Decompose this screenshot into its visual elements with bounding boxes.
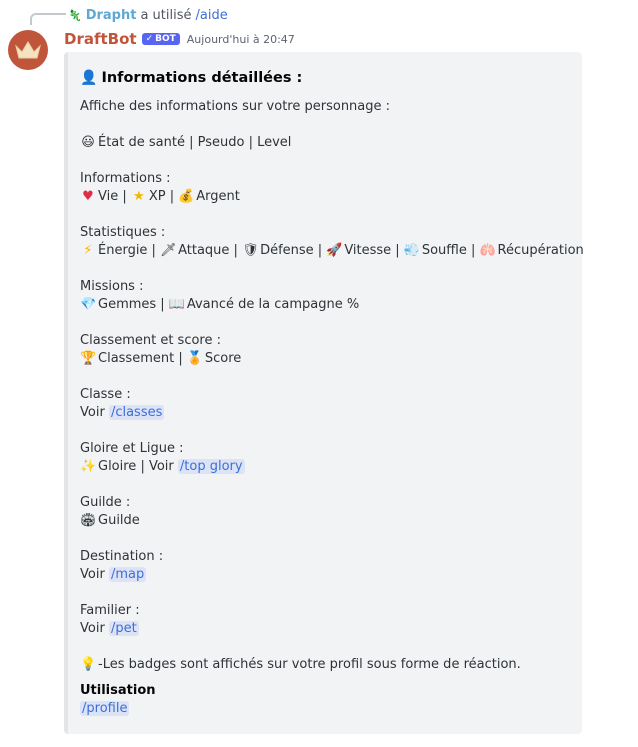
attaque-label: Attaque | bbox=[178, 243, 238, 258]
classe-header: Classe : bbox=[80, 387, 131, 402]
timestamp: Aujourd'hui à 20:47 bbox=[186, 32, 295, 46]
map-command-link[interactable]: /map bbox=[108, 567, 147, 582]
bot-badge-label: BOT bbox=[155, 34, 176, 44]
familier-header: Familier : bbox=[80, 603, 140, 618]
recuperation-label: Récupération bbox=[497, 243, 584, 258]
sparkles-icon: ✨ bbox=[80, 459, 97, 474]
score-label: Score bbox=[204, 351, 242, 366]
medal-icon: 🏅 bbox=[186, 351, 204, 366]
crown-icon bbox=[15, 41, 41, 59]
profile-command-link[interactable]: /profile bbox=[80, 701, 130, 716]
embed-title-text: Informations détaillées : bbox=[101, 70, 303, 86]
reply-connector bbox=[30, 13, 66, 25]
familier-voir: Voir bbox=[80, 621, 105, 636]
trophy-icon: 🏆 bbox=[80, 351, 97, 366]
informations-header: Informations : bbox=[80, 171, 171, 186]
smiley-icon: 😃 bbox=[81, 135, 95, 150]
stadium-icon: 🏟 bbox=[80, 513, 97, 528]
reply-command[interactable]: /aide bbox=[196, 8, 228, 23]
souffle-label: Souffle | bbox=[421, 243, 476, 258]
defense-label: Défense | bbox=[260, 243, 323, 258]
missions-line: 💎 Gemmes | 📖 Avancé de la campagne % bbox=[80, 296, 568, 314]
gemmes-label: Gemmes | bbox=[98, 297, 165, 312]
utilisation-line: /profile bbox=[80, 700, 568, 718]
shield-icon: 🛡 bbox=[242, 243, 259, 258]
guilde-line: 🏟Guilde bbox=[80, 512, 568, 530]
reply-text: a utilisé bbox=[140, 7, 192, 23]
energie-label: Énergie | bbox=[98, 243, 156, 258]
classes-command-link[interactable]: /classes bbox=[108, 405, 165, 420]
guilde-header: Guilde : bbox=[80, 495, 131, 510]
embed: 👤 Informations détaillées : Affiche des … bbox=[64, 52, 584, 734]
bulb-icon: 💡 bbox=[80, 657, 97, 672]
person-icon: 👤 bbox=[80, 70, 98, 86]
bot-username[interactable]: DraftBot bbox=[64, 30, 137, 48]
avance-label: Avancé de la campagne % bbox=[186, 297, 360, 312]
destination-line: Voir /map bbox=[80, 566, 568, 584]
badges-note: 💡 -Les badges sont affichés sur votre pro… bbox=[80, 656, 568, 674]
wind-icon: 💨 bbox=[403, 243, 421, 258]
pet-command-link[interactable]: /pet bbox=[108, 621, 139, 636]
gloire-header: Gloire et Ligue : bbox=[80, 441, 184, 456]
argent-label: Argent bbox=[196, 189, 240, 204]
classe-line: Voir /classes bbox=[80, 404, 568, 422]
familier-line: Voir /pet bbox=[80, 620, 568, 638]
statistiques-header: Statistiques : bbox=[80, 225, 166, 240]
intro-text: Affiche des informations sur votre perso… bbox=[80, 99, 391, 114]
money-bag-icon: 💰 bbox=[178, 189, 195, 204]
utilisation-header: Utilisation bbox=[80, 683, 156, 698]
reply-username[interactable]: Drapht bbox=[86, 8, 137, 23]
state-line: 😃 État de santé | Pseudo | Level bbox=[80, 134, 568, 152]
heart-icon: ♥ bbox=[82, 189, 94, 204]
classe-voir: Voir bbox=[80, 405, 105, 420]
gloire-text: Gloire | Voir bbox=[98, 459, 174, 474]
missions-header: Missions : bbox=[80, 279, 144, 294]
guilde-text: Guilde bbox=[98, 513, 140, 528]
destination-header: Destination : bbox=[80, 549, 164, 564]
book-icon: 📖 bbox=[168, 297, 186, 312]
rocket-icon: 🚀 bbox=[326, 243, 343, 258]
message-header: DraftBot ✓ BOT Aujourd'hui à 20:47 bbox=[64, 29, 295, 49]
reply-context[interactable]: 🦎 Drapht a utilisé /aide bbox=[68, 6, 228, 24]
vie-label: Vie | bbox=[98, 189, 127, 204]
badges-note-text: -Les badges sont affichés sur votre prof… bbox=[98, 657, 521, 672]
xp-label: XP | bbox=[148, 189, 175, 204]
star-icon: ★ bbox=[133, 189, 145, 204]
lightning-icon: ⚡ bbox=[83, 243, 93, 258]
dagger-icon: 🗡 bbox=[160, 243, 177, 258]
destination-voir: Voir bbox=[80, 567, 105, 582]
state-line-text: État de santé | Pseudo | Level bbox=[98, 135, 292, 150]
classement-header: Classement et score : bbox=[80, 333, 222, 348]
embed-title: 👤 Informations détaillées : bbox=[80, 68, 568, 88]
lungs-icon: 🫁 bbox=[479, 243, 496, 258]
bot-avatar[interactable] bbox=[8, 30, 48, 70]
classement-line: 🏆 Classement | 🏅 Score bbox=[80, 350, 568, 368]
user-small-avatar-icon: 🦎 bbox=[68, 8, 82, 22]
check-icon: ✓ bbox=[145, 34, 154, 44]
statistiques-line: ⚡ Énergie | 🗡Attaque | 🛡Défense | 🚀 Vitess… bbox=[80, 242, 583, 260]
gloire-line: ✨ Gloire | Voir /top glory bbox=[80, 458, 568, 476]
classement-label: Classement | bbox=[98, 351, 183, 366]
bot-badge: ✓ BOT bbox=[141, 33, 180, 45]
top-glory-command-link[interactable]: /top glory bbox=[177, 459, 245, 474]
vitesse-label: Vitesse | bbox=[344, 243, 400, 258]
informations-line: ♥ Vie | ★ XP | 💰 Argent bbox=[80, 188, 568, 206]
gem-icon: 💎 bbox=[80, 297, 97, 312]
